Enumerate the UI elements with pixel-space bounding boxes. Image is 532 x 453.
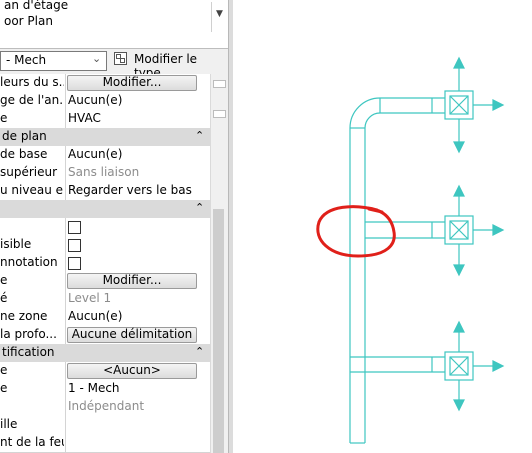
property-row: la profo... Aucune délimitation <box>0 326 210 345</box>
property-name: e <box>0 381 8 395</box>
type-dropdown-arrow[interactable]: ▼ <box>211 2 228 32</box>
property-grid: leurs du s... Modifier... ge de l'an... Auc… <box>0 74 210 453</box>
property-name: ge de l'an... <box>0 93 64 107</box>
property-value-cell[interactable]: 1 - Mech <box>65 380 209 398</box>
branch-duct-bottom <box>350 356 445 373</box>
markup-circle <box>316 205 396 258</box>
property-section-header[interactable]: tification ⌃ <box>0 344 210 363</box>
property-row <box>0 218 210 237</box>
property-value-cell[interactable] <box>65 236 209 254</box>
property-value-cell[interactable] <box>65 434 209 452</box>
scrollbar-thumb[interactable] <box>213 209 224 453</box>
property-value-cell[interactable] <box>65 218 209 236</box>
markup-stroke <box>367 207 384 214</box>
property-section-header[interactable]: ⌃ <box>0 200 210 219</box>
scroll-marker <box>213 80 226 88</box>
property-name: la profo... <box>0 327 57 341</box>
property-name: ille <box>0 417 18 431</box>
property-row: ge de l'an... Aucun(e) <box>0 92 210 111</box>
property-row: Indépendant <box>0 398 210 417</box>
property-section-header[interactable]: de plan ⌃ <box>0 128 210 147</box>
collapse-icon[interactable]: ⌃ <box>195 129 204 142</box>
main-duct-inner <box>364 112 445 443</box>
property-checkbox[interactable] <box>68 257 81 270</box>
property-value-cell[interactable]: Aucun(e) <box>65 146 209 164</box>
property-checkbox[interactable] <box>68 221 81 234</box>
property-row: e <Aucun> <box>0 362 210 381</box>
property-name: nnotation <box>0 255 58 269</box>
property-value-cell[interactable]: HVAC <box>65 110 209 128</box>
collapse-icon[interactable]: ⌃ <box>195 201 204 214</box>
property-name: isible <box>0 237 32 251</box>
property-row: u niveau e...Regarder vers le bas <box>0 182 210 201</box>
property-scrollbar[interactable] <box>210 74 226 453</box>
property-row: e 1 - Mech <box>0 380 210 399</box>
section-title: tification <box>2 345 55 359</box>
property-row: e Modifier... <box>0 272 210 291</box>
property-name <box>0 218 64 236</box>
property-button[interactable]: Modifier... <box>67 273 197 289</box>
property-row: é Level 1 <box>0 290 210 309</box>
property-row: ne zone Aucun(e) <box>0 308 210 327</box>
property-name: nt de la feu... <box>0 435 64 449</box>
property-button[interactable]: Aucune délimitation <box>67 327 197 343</box>
property-checkbox[interactable] <box>68 239 81 252</box>
property-name: e <box>0 111 8 125</box>
property-name: leurs du s... <box>0 75 64 89</box>
instance-selector[interactable]: - Mech ⌄ <box>0 51 107 71</box>
property-row: ille <box>0 416 210 435</box>
property-value-cell[interactable]: Aucun(e) <box>65 92 209 110</box>
chevron-down-icon: ⌄ <box>92 52 102 65</box>
air-terminal-top <box>444 90 474 120</box>
view-type-label: oor Plan <box>4 14 53 28</box>
property-row: supérieur Sans liaison <box>0 164 210 183</box>
property-value-cell[interactable]: Level 1 <box>65 290 209 308</box>
property-name: e <box>0 273 8 287</box>
property-name: de base <box>0 147 48 161</box>
property-button[interactable]: <Aucun> <box>67 363 197 379</box>
property-value-cell[interactable]: Regarder vers le bas <box>65 182 209 200</box>
property-name: e <box>0 363 8 377</box>
property-value-cell[interactable]: Aucun(e) <box>65 308 209 326</box>
property-row: leurs du s... Modifier... <box>0 74 210 93</box>
main-duct-outer <box>349 97 445 443</box>
section-title: de plan <box>2 129 47 143</box>
properties-palette: an d'étage oor Plan ▼ - Mech ⌄ Modifier … <box>0 0 228 453</box>
property-row: e HVAC <box>0 110 210 129</box>
property-name: u niveau e... <box>0 183 64 197</box>
property-value-cell[interactable]: Indépendant <box>65 398 209 416</box>
instance-type-bar: - Mech ⌄ Modifier le type <box>0 49 228 80</box>
chevron-down-icon: ▼ <box>216 9 223 19</box>
air-terminal-middle <box>444 215 474 245</box>
property-row: nt de la feu... <box>0 434 210 453</box>
air-terminal-bottom <box>444 351 474 381</box>
property-button[interactable]: Modifier... <box>67 75 197 91</box>
property-name <box>0 398 64 416</box>
view-family-label: an d'étage <box>4 0 69 12</box>
branch-duct-middle <box>365 221 445 239</box>
property-name: ne zone <box>0 309 48 323</box>
instance-selector-value: - Mech <box>6 53 47 67</box>
type-header[interactable]: an d'étage oor Plan ▼ <box>0 0 228 49</box>
scroll-marker <box>213 110 226 118</box>
property-row: isible <box>0 236 210 255</box>
property-value-cell[interactable] <box>65 254 209 272</box>
property-row: nnotation <box>0 254 210 273</box>
floor-plan-canvas[interactable] <box>232 0 532 453</box>
property-name: supérieur <box>0 165 58 179</box>
property-row: de base Aucun(e) <box>0 146 210 165</box>
property-value-cell[interactable]: Sans liaison <box>65 164 209 182</box>
edit-type-icon <box>114 52 127 65</box>
edit-type-button[interactable]: Modifier le type <box>112 50 226 80</box>
property-name: é <box>0 291 8 305</box>
property-value-cell[interactable] <box>65 416 209 434</box>
collapse-icon[interactable]: ⌃ <box>195 345 204 358</box>
